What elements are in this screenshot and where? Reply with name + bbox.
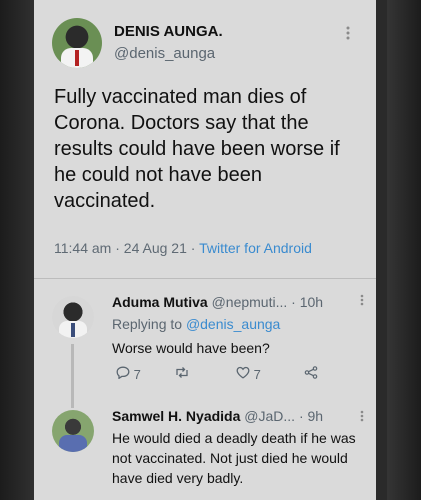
meta-separator: · <box>115 240 120 256</box>
more-vert-icon[interactable] <box>360 410 364 425</box>
avatar-tie <box>75 50 79 66</box>
author-handle[interactable]: @denis_aunga <box>114 45 215 62</box>
meta-separator: · <box>190 240 196 256</box>
like-count: 7 <box>253 367 261 382</box>
tweet-text: Fully vaccinated man dies of Corona. Doc… <box>54 86 340 212</box>
tweet-source-link[interactable]: Twitter for Android <box>199 240 312 256</box>
reply-text: He would died a deadly death if he was n… <box>112 430 356 486</box>
replying-to-label: Replying to <box>112 316 183 332</box>
left-frame <box>0 0 34 500</box>
tweet-date: 24 Aug 21 <box>123 240 187 256</box>
reply-author-name[interactable]: Aduma Mutiva <box>112 294 208 310</box>
replying-to: Replying to @denis_aunga <box>112 316 280 332</box>
avatar-shirt <box>59 435 87 452</box>
more-vert-icon[interactable] <box>360 294 364 309</box>
reply-author-name[interactable]: Samwel H. Nyadida <box>112 408 240 424</box>
share-button[interactable] <box>304 366 318 382</box>
tweet-screen: DENIS AUNGA. @denis_aunga Fully vaccinat… <box>34 0 376 500</box>
right-frame <box>387 0 421 500</box>
reply-item[interactable]: Aduma Mutiva @nepmuti... · 10h Replying … <box>34 286 376 406</box>
mention-link[interactable]: @denis_aunga <box>186 316 280 332</box>
avatar-tie <box>71 323 75 337</box>
reply-actions: 7 7 <box>116 366 356 386</box>
like-button[interactable]: 7 <box>236 366 261 382</box>
reply-author[interactable]: Samwel H. Nyadida @JaD... · 9h <box>112 408 323 424</box>
author-name[interactable]: DENIS AUNGA. <box>114 23 223 40</box>
avatar[interactable] <box>52 296 94 338</box>
retweet-button[interactable] <box>174 366 190 382</box>
share-icon[interactable] <box>304 366 318 382</box>
more-vert-icon[interactable] <box>346 26 350 43</box>
reply-count: 7 <box>133 367 141 382</box>
reply-time: · 10h <box>291 294 324 310</box>
reply-text: Worse would have been? <box>112 340 270 356</box>
main-tweet: DENIS AUNGA. @denis_aunga Fully vaccinat… <box>34 0 376 279</box>
tweet-time: 11:44 am <box>54 240 112 256</box>
reply-author-handle[interactable]: @JaD... <box>244 408 295 424</box>
divider <box>34 278 376 279</box>
reply-time: · 9h <box>298 408 324 424</box>
author-avatar[interactable] <box>52 18 102 68</box>
reply-item[interactable]: Samwel H. Nyadida @JaD... · 9h He would … <box>34 402 376 500</box>
reply-button[interactable]: 7 <box>116 366 141 382</box>
heart-icon[interactable] <box>236 366 254 382</box>
reply-bubble-icon[interactable] <box>116 366 134 382</box>
tweet-meta: 11:44 am · 24 Aug 21 · Twitter for Andro… <box>54 240 312 256</box>
retweet-icon[interactable] <box>174 367 190 382</box>
reply-author-handle[interactable]: @nepmuti... <box>212 294 288 310</box>
avatar[interactable] <box>52 410 94 452</box>
reply-author[interactable]: Aduma Mutiva @nepmuti... · 10h <box>112 294 323 310</box>
